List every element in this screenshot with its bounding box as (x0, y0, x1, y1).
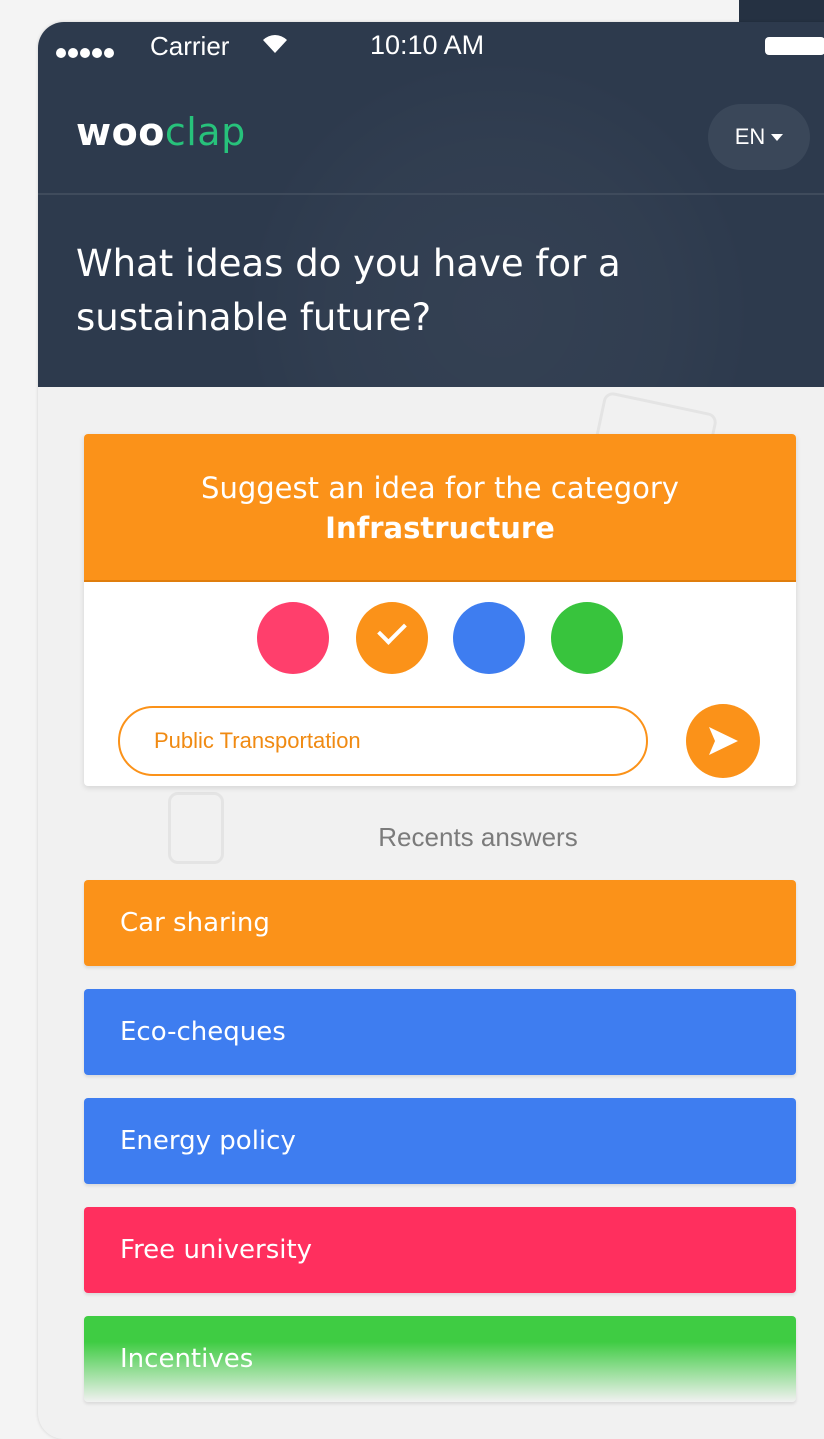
app-header: Carrier 10:10 AM wooclap EN What ideas d… (38, 22, 824, 387)
answer-label: Free university (120, 1235, 313, 1265)
answer-item[interactable]: Car sharing (84, 880, 796, 966)
check-icon (377, 615, 407, 645)
answer-label: Incentives (120, 1344, 254, 1374)
status-bar: Carrier 10:10 AM (38, 22, 824, 72)
phone-screen: Carrier 10:10 AM wooclap EN What ideas d… (38, 22, 824, 1439)
color-option-green[interactable] (551, 602, 623, 674)
recents-label: Recents answers (378, 822, 578, 852)
answer-item[interactable]: Incentives (84, 1316, 796, 1402)
suggest-category: Infrastructure (325, 511, 555, 545)
wooclap-logo: wooclap (76, 110, 246, 154)
suggest-title: Suggest an idea for the category (201, 471, 679, 505)
language-label: EN (734, 124, 766, 149)
logo-part-clap: clap (164, 110, 246, 154)
send-icon (709, 727, 738, 755)
color-option-blue[interactable] (453, 602, 525, 674)
question-title: What ideas do you have for a sustainable… (76, 242, 621, 339)
header-divider (38, 193, 824, 195)
logo-part-woo: woo (76, 110, 165, 154)
device-corner (739, 0, 824, 22)
suggest-card-header: Suggest an idea for the category Infrast… (84, 434, 796, 582)
color-picker (84, 602, 796, 678)
idea-input[interactable] (118, 706, 648, 776)
answer-label: Energy policy (120, 1126, 296, 1156)
color-option-pink[interactable] (257, 602, 329, 674)
carrier-label: Carrier (150, 31, 230, 61)
answer-item[interactable]: Energy policy (84, 1098, 796, 1184)
language-selector[interactable]: EN (708, 104, 810, 170)
recent-answers-list: Car sharing Eco-cheques Energy policy Fr… (84, 880, 796, 1425)
clock: 10:10 AM (370, 30, 485, 60)
answer-item[interactable]: Free university (84, 1207, 796, 1293)
wifi-icon (263, 35, 287, 53)
answer-label: Car sharing (120, 908, 270, 938)
answer-item[interactable]: Eco-cheques (84, 989, 796, 1075)
answer-label: Eco-cheques (120, 1017, 286, 1047)
suggest-card: Suggest an idea for the category Infrast… (84, 434, 796, 786)
color-option-orange[interactable] (356, 602, 428, 674)
caret-down-icon (771, 133, 784, 141)
send-button[interactable] (686, 704, 760, 778)
signal-dots-icon (56, 35, 116, 65)
battery-icon (765, 37, 824, 55)
